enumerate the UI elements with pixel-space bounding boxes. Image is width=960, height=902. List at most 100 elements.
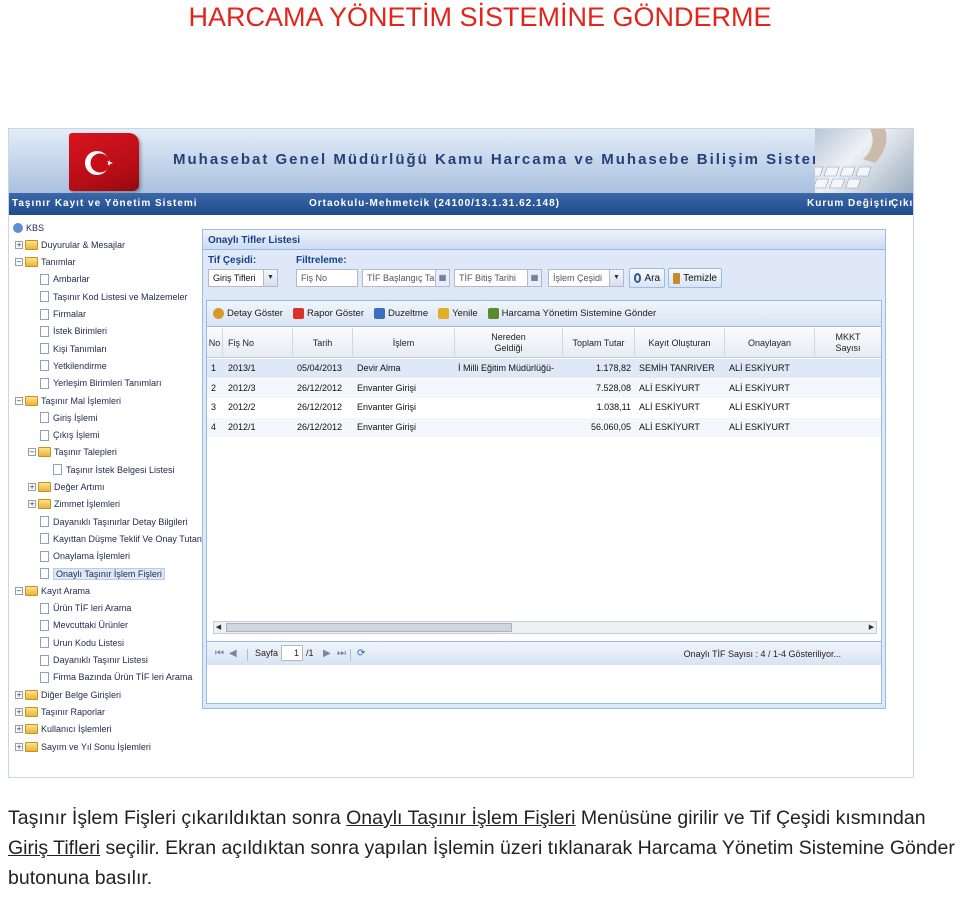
table-row[interactable]: 4 2012/1 26/12/2012 Envanter Girişi 56.060,0…: [207, 417, 881, 437]
row-onaylayan: ALİ ESKİYURT: [729, 382, 790, 393]
islem-cesidi-select[interactable]: İşlem Çeşidi ▼: [548, 269, 624, 287]
filtreleme-label: Filtreleme:: [296, 255, 347, 266]
expand-icon[interactable]: +: [15, 707, 23, 716]
prev-page-icon[interactable]: ◀: [229, 648, 237, 659]
calendar-icon[interactable]: ▦: [435, 270, 449, 286]
page-icon: [40, 619, 49, 631]
collapse-icon[interactable]: −: [15, 258, 23, 267]
duzeltme-button[interactable]: Duzeltme: [374, 308, 428, 319]
expand-icon[interactable]: +: [28, 483, 36, 491]
fis-no-input[interactable]: Fiş No: [296, 269, 358, 287]
row-no: 2: [211, 382, 217, 393]
chevron-down-icon[interactable]: ▼: [263, 270, 277, 286]
table-row[interactable]: 3 2012/2 26/12/2012 Envanter Girişi 1.038,11…: [207, 398, 881, 417]
header-tarih[interactable]: Tarih: [293, 328, 353, 358]
calendar-icon[interactable]: ▦: [527, 270, 541, 286]
cikis-link[interactable]: Çıkış: [891, 198, 913, 209]
yenile-button[interactable]: Yenile: [438, 308, 478, 319]
collapse-icon[interactable]: −: [28, 448, 36, 457]
duzeltme-label: Duzeltme: [388, 308, 429, 319]
temizle-button[interactable]: Temizle: [668, 268, 722, 288]
tree-item[interactable]: Ambarlar: [28, 271, 90, 288]
header-fis-no[interactable]: Fiş No: [223, 328, 293, 358]
tree-item[interactable]: Onaylama İşlemleri: [28, 548, 130, 565]
ara-button[interactable]: Ara: [629, 268, 665, 288]
expand-icon[interactable]: +: [15, 690, 23, 699]
page-icon: [40, 550, 49, 562]
tree-item[interactable]: Yerleşim Birimleri Tanımları: [28, 375, 162, 392]
tif-baslangic-date[interactable]: TİF Başlangıç Tarihi ▦: [362, 269, 450, 287]
tree-item[interactable]: Çıkış İşlemi: [28, 427, 100, 444]
tree-item[interactable]: + Zimmet İşlemleri: [28, 496, 120, 513]
collapse-icon[interactable]: −: [15, 586, 23, 595]
tree-item[interactable]: Onaylı Taşınır İşlem Fişleri: [28, 565, 165, 582]
header-no[interactable]: No: [207, 328, 223, 358]
scroll-thumb[interactable]: [226, 623, 512, 632]
tree-item[interactable]: Firmalar: [28, 306, 86, 323]
folder-icon: [38, 482, 51, 492]
detay-goster-button[interactable]: Detay Göster: [213, 308, 283, 319]
table-row[interactable]: 2 2012/3 26/12/2012 Envanter Girişi 7.528,08…: [207, 378, 881, 398]
turkish-flag-icon: [69, 133, 139, 191]
page-number-input[interactable]: 1: [281, 645, 303, 661]
scroll-left-icon[interactable]: ◀: [214, 623, 223, 632]
page-icon: [40, 654, 49, 666]
tree-item[interactable]: + Kullanıcı İşlemleri: [15, 721, 112, 738]
tree-item[interactable]: Urun Kodu Listesi: [28, 634, 124, 651]
tree-item[interactable]: Yetkilendirme: [28, 357, 107, 374]
header-onaylayan[interactable]: Onaylayan: [725, 328, 815, 358]
tree-item[interactable]: + Sayım ve Yıl Sonu İşlemleri: [15, 738, 151, 755]
tree-item[interactable]: Kayıttan Düşme Teklif Ve Onay Tutanağı: [28, 530, 214, 547]
horizontal-scrollbar[interactable]: ◀ ▶: [213, 621, 877, 634]
header-mkkt[interactable]: MKKT Sayısı: [815, 328, 881, 358]
tree-item[interactable]: − Kayıt Arama: [15, 582, 90, 599]
folder-icon: [38, 499, 51, 510]
tif-bitis-date[interactable]: TİF Bitiş Tarihi ▦: [454, 269, 542, 287]
last-page-icon[interactable]: ⏭: [337, 648, 346, 659]
tree-item[interactable]: Taşınır Kod Listesi ve Malzemeler: [28, 288, 188, 305]
tree-item-label: Taşınır Talepleri: [54, 447, 117, 458]
expand-icon[interactable]: +: [15, 240, 23, 249]
tree-item[interactable]: Giriş İşlemi: [28, 409, 98, 426]
header-nereden[interactable]: Nereden Geldiği: [455, 328, 563, 358]
rapor-goster-button[interactable]: Rapor Göster: [292, 308, 364, 319]
tif-cesidi-select[interactable]: Giriş Tifleri ▼: [208, 269, 278, 287]
header-toplam-tutar[interactable]: Toplam Tutar: [563, 328, 635, 358]
tree-item[interactable]: + Diğer Belge Girişleri: [15, 686, 121, 703]
tree-item[interactable]: Ürün TİF leri Arama: [28, 600, 131, 617]
collapse-icon[interactable]: −: [15, 396, 23, 405]
expand-icon[interactable]: +: [28, 500, 36, 509]
tree-item[interactable]: Dayanıklı Taşınır Listesi: [28, 652, 148, 669]
app-screenshot: Muhasebat Genel Müdürlüğü Kamu Harcama v…: [8, 128, 914, 778]
row-fis-no: 2012/1: [228, 421, 256, 432]
row-no: 1: [211, 363, 217, 373]
tree-item[interactable]: Dayanıklı Taşınırlar Detay Bilgileri: [28, 513, 187, 530]
header-islem[interactable]: İşlem: [353, 328, 455, 358]
tree-item[interactable]: − Tanımlar: [15, 254, 76, 271]
tree-item[interactable]: Kişi Tanımları: [28, 340, 107, 357]
tree-item[interactable]: + Değer Artımı: [28, 479, 105, 496]
first-page-icon[interactable]: ⏮: [215, 648, 224, 659]
tree-item[interactable]: KBS: [13, 219, 44, 236]
tree-item[interactable]: + Duyurular & Mesajlar: [15, 236, 125, 253]
table-row[interactable]: 1 2013/1 05/04/2013 Devir Alma İ Milli Eğiti…: [207, 359, 881, 378]
expand-icon[interactable]: +: [15, 725, 23, 734]
tree-item[interactable]: İstek Birimleri: [28, 323, 107, 340]
tree-item[interactable]: Mevcuttaki Ürünler: [28, 617, 128, 634]
header-kayit-olusturan[interactable]: Kayıt Oluşturan: [635, 328, 725, 358]
refresh-icon[interactable]: ⟳: [357, 648, 365, 659]
tree-item[interactable]: Firma Bazında Ürün TİF leri Arama: [28, 669, 192, 686]
tree-item[interactable]: + Taşınır Raporlar: [15, 703, 105, 720]
kurum-degistir-link[interactable]: Kurum Değiştir: [807, 198, 893, 209]
chevron-down-icon[interactable]: ▼: [609, 270, 623, 286]
tif-bitis-placeholder: TİF Bitiş Tarihi: [459, 273, 516, 283]
rapor-goster-label: Rapor Göster: [306, 308, 364, 319]
tree-item[interactable]: Taşınır İstek Belgesi Listesi: [41, 461, 175, 478]
tree-item[interactable]: − Taşınır Mal İşlemleri: [15, 392, 121, 409]
tree-item[interactable]: − Taşınır Talepleri: [28, 444, 117, 461]
row-olusturan: ALİ ESKİYURT: [639, 382, 700, 393]
scroll-right-icon[interactable]: ▶: [867, 623, 876, 632]
expand-icon[interactable]: +: [15, 742, 23, 751]
harcama-gonder-button[interactable]: Harcama Yönetim Sistemine Gönder: [487, 308, 656, 319]
next-page-icon[interactable]: ▶: [323, 648, 331, 659]
